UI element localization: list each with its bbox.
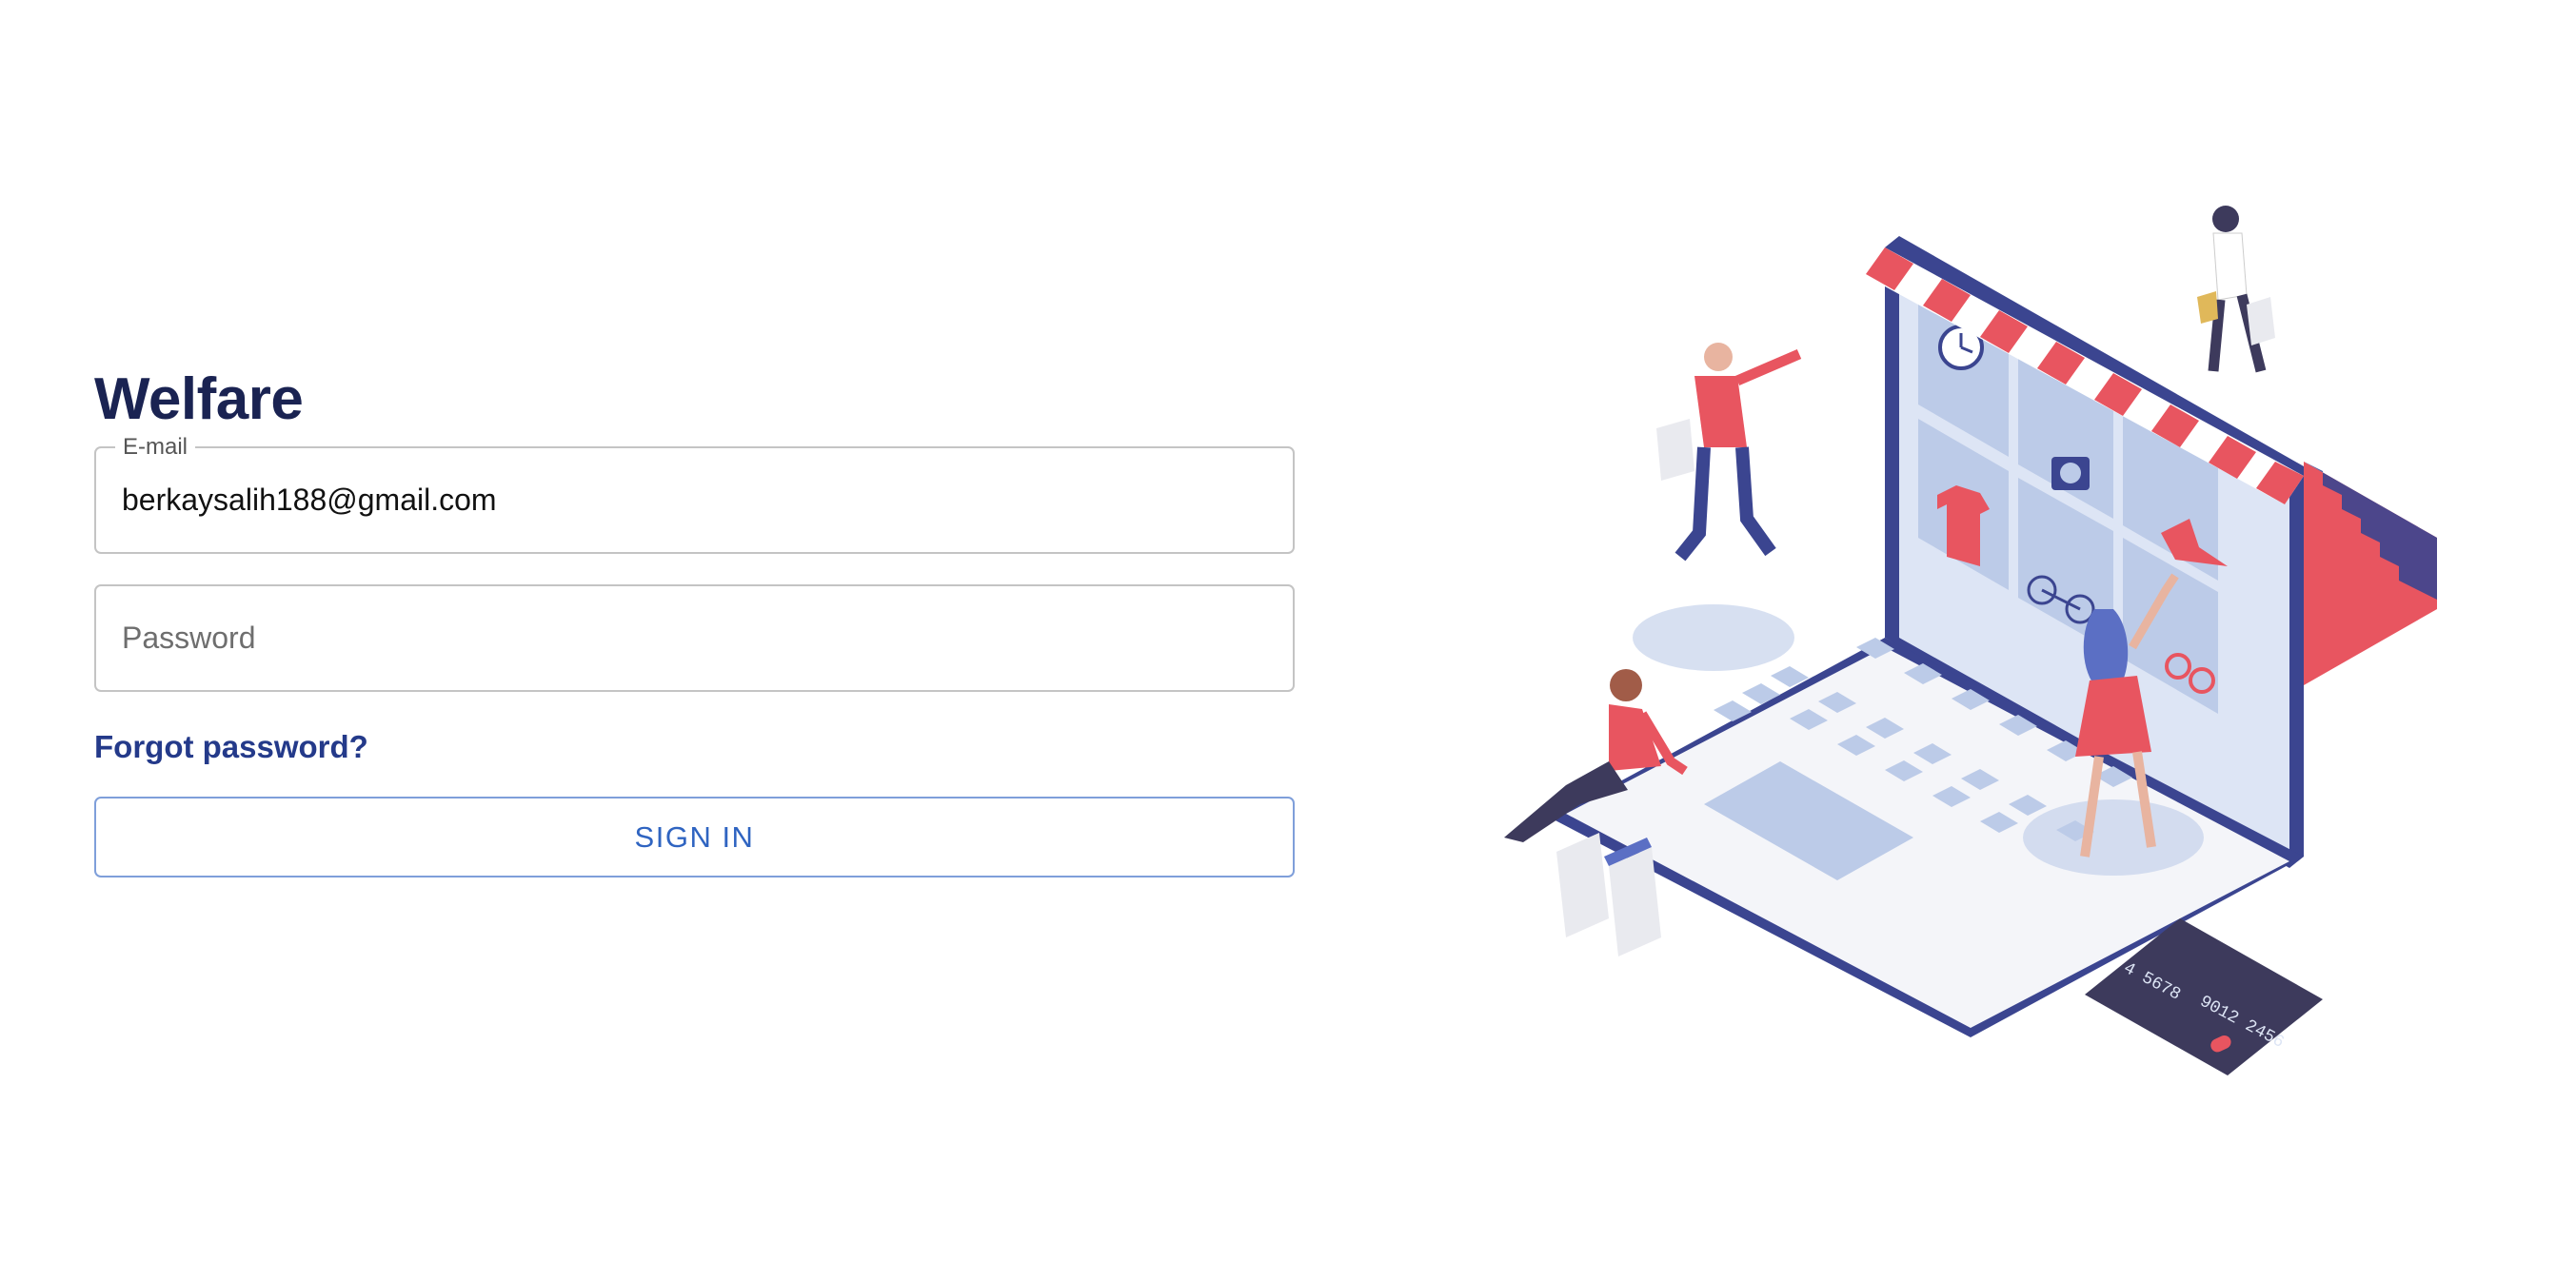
- password-field-container: [94, 584, 1295, 692]
- forgot-password-link[interactable]: Forgot password?: [94, 728, 368, 766]
- walking-man-icon: [1633, 343, 1802, 671]
- email-field-container: E-mail: [94, 435, 1295, 554]
- app-title: Welfare: [94, 366, 304, 432]
- email-label: E-mail: [115, 435, 196, 460]
- online-shopping-illustration: 4 5678 9012 2456: [1504, 206, 2437, 1075]
- login-form: Welfare E-mail Forgot password? SIGN IN: [94, 362, 1295, 877]
- shopping-bags-icon: [1556, 833, 1661, 956]
- password-field[interactable]: [96, 586, 1293, 690]
- shopping-woman-icon: [2197, 206, 2275, 373]
- email-field[interactable]: [96, 448, 1293, 552]
- storefront-side-icon: [2304, 462, 2437, 685]
- sign-in-button[interactable]: SIGN IN: [94, 797, 1295, 877]
